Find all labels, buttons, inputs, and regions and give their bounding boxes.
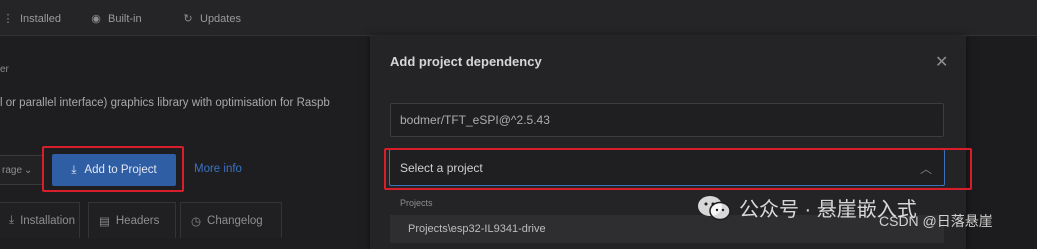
library-tab-bar: ⋮ Installed ◉ Built-in ↻ Updates (0, 0, 1037, 36)
tab-built-in[interactable]: ◉ Built-in (90, 10, 142, 28)
dialog-title: Add project dependency (390, 54, 542, 69)
dependency-value: bodmer/TFT_eSPI@^2.5.43 (400, 113, 550, 127)
tab-headers[interactable]: ▤ Headers (88, 202, 176, 238)
dropdown-group-label: Projects (400, 198, 433, 208)
watermark-credit: CSDN @日落悬崖 (879, 213, 993, 229)
clock-icon: ◷ (191, 215, 202, 228)
tab-installed-label: Installed (20, 13, 61, 25)
tab-changelog-label: Changelog (207, 214, 263, 227)
chevron-down-icon: ⌄ (24, 164, 33, 176)
tab-installation-label: Installation (20, 214, 76, 227)
tab-installed[interactable]: ⋮ Installed (2, 10, 61, 28)
file-icon: ▤ (99, 215, 110, 228)
tab-updates-label: Updates (200, 13, 241, 25)
tab-headers-label: Headers (115, 214, 160, 227)
tab-built-in-label: Built-in (108, 13, 142, 25)
list-icon: ⋮ (2, 13, 14, 25)
storage-label: rage (2, 164, 23, 176)
close-icon[interactable]: ✕ (935, 52, 948, 72)
library-name: er (0, 64, 9, 75)
storage-dropdown[interactable]: rage ⌄ (0, 155, 44, 185)
tab-changelog[interactable]: ◷ Changelog (180, 202, 282, 238)
wechat-logo-icon (697, 195, 731, 221)
more-info-link[interactable]: More info (194, 163, 242, 175)
add-button-highlight (42, 146, 184, 192)
tab-installation[interactable]: ⤓ Installation (0, 202, 80, 238)
select-highlight (384, 148, 972, 190)
download-icon: ⤓ (9, 214, 15, 226)
refresh-icon: ↻ (183, 13, 193, 25)
eye-icon: ◉ (91, 13, 101, 25)
library-description: l or parallel interface) graphics librar… (0, 97, 330, 109)
dependency-input[interactable]: bodmer/TFT_eSPI@^2.5.43 (390, 103, 944, 137)
tab-updates[interactable]: ↻ Updates (182, 10, 241, 28)
